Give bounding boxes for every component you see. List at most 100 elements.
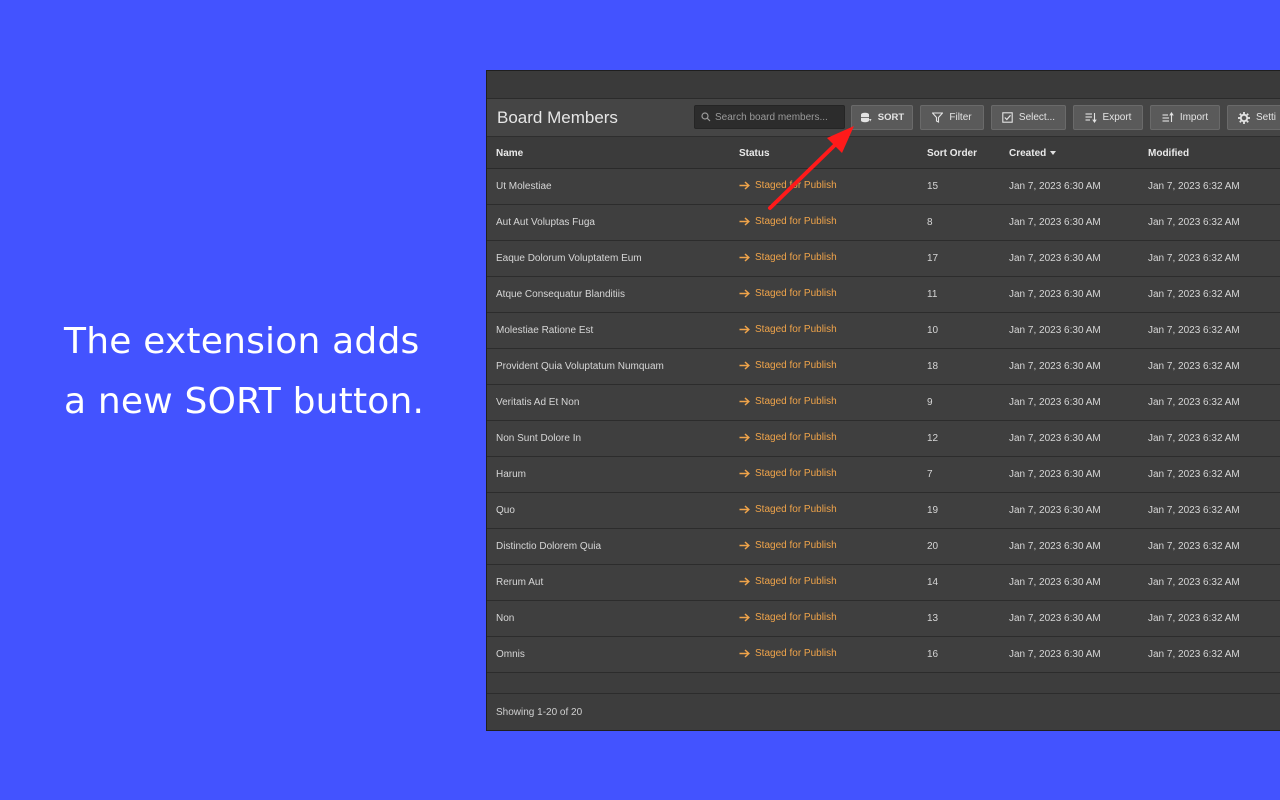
cell-created: Jan 7, 2023 6:30 AM — [1009, 469, 1101, 480]
arrow-right-icon — [739, 397, 750, 406]
arrow-right-icon — [739, 325, 750, 334]
filter-icon — [932, 112, 944, 123]
filter-button-label: Filter — [949, 112, 972, 123]
arrow-right-icon — [739, 217, 750, 226]
promo-line-1: The extension adds — [64, 321, 420, 362]
status-label: Staged for Publish — [755, 504, 837, 515]
arrow-right-icon — [739, 289, 750, 298]
cell-status: Staged for Publish — [739, 468, 837, 479]
import-button[interactable]: Import — [1150, 105, 1220, 130]
cell-name: Provident Quia Voluptatum Numquam — [496, 361, 664, 372]
table-row[interactable]: Veritatis Ad Et Non Staged for Publish 9 Ja… — [487, 385, 1280, 421]
promo-text: The extension adds a new SORT button. — [64, 312, 464, 432]
cell-sort-order: 9 — [927, 397, 933, 408]
status-label: Staged for Publish — [755, 324, 837, 335]
arrow-right-icon — [739, 433, 750, 442]
column-header-status[interactable]: Status — [739, 148, 770, 159]
table-row[interactable]: Rerum Aut Staged for Publish 14 Jan 7, 2023… — [487, 565, 1280, 601]
search-box[interactable] — [694, 105, 845, 129]
export-button[interactable]: Export — [1073, 105, 1143, 130]
cell-sort-order: 16 — [927, 649, 939, 660]
cell-created: Jan 7, 2023 6:30 AM — [1009, 253, 1101, 264]
window-top-strip — [487, 71, 1280, 99]
cell-status: Staged for Publish — [739, 216, 837, 227]
cell-status: Staged for Publish — [739, 396, 837, 407]
cell-created: Jan 7, 2023 6:30 AM — [1009, 397, 1101, 408]
status-label: Staged for Publish — [755, 648, 837, 659]
column-header-name[interactable]: Name — [496, 148, 523, 159]
column-header-sort-order[interactable]: Sort Order — [927, 148, 977, 159]
cell-status: Staged for Publish — [739, 540, 837, 551]
table-row[interactable]: Molestiae Ratione Est Staged for Publish 1… — [487, 313, 1280, 349]
cell-status: Staged for Publish — [739, 612, 837, 623]
sort-button[interactable]: SORT — [851, 105, 913, 130]
cell-name: Harum — [496, 469, 527, 480]
table-row[interactable]: Non Staged for Publish 13 Jan 7, 2023 6:30 … — [487, 601, 1280, 637]
cell-sort-order: 12 — [927, 433, 939, 444]
cell-modified: Jan 7, 2023 6:32 AM — [1148, 469, 1240, 480]
cell-created: Jan 7, 2023 6:30 AM — [1009, 289, 1101, 300]
table-row[interactable]: Distinctio Dolorem Quia Staged for Publis… — [487, 529, 1280, 565]
arrow-right-icon — [739, 541, 750, 550]
cell-sort-order: 8 — [927, 217, 933, 228]
cell-created: Jan 7, 2023 6:30 AM — [1009, 361, 1101, 372]
cell-status: Staged for Publish — [739, 360, 837, 371]
status-label: Staged for Publish — [755, 216, 837, 227]
table-row[interactable]: Ut Molestiae Staged for Publish 15 Jan 7, 2… — [487, 169, 1280, 205]
filter-button[interactable]: Filter — [920, 105, 984, 130]
arrow-right-icon — [739, 649, 750, 658]
cell-name: Molestiae Ratione Est — [496, 325, 594, 336]
cell-status: Staged for Publish — [739, 432, 837, 443]
cell-created: Jan 7, 2023 6:30 AM — [1009, 613, 1101, 624]
cell-created: Jan 7, 2023 6:30 AM — [1009, 649, 1101, 660]
column-header-modified[interactable]: Modified — [1148, 148, 1189, 159]
cell-created: Jan 7, 2023 6:30 AM — [1009, 505, 1101, 516]
table-body: Ut Molestiae Staged for Publish 15 Jan 7, 2… — [487, 169, 1280, 689]
cell-modified: Jan 7, 2023 6:32 AM — [1148, 433, 1240, 444]
table-row[interactable]: Provident Quia Voluptatum Numquam Staged … — [487, 349, 1280, 385]
table-row[interactable]: Non Sunt Dolore In Staged for Publish 12 Ja… — [487, 421, 1280, 457]
status-label: Staged for Publish — [755, 360, 837, 371]
table-header: Name Status Sort Order Created Modified — [487, 137, 1280, 169]
cell-name: Non — [496, 613, 515, 624]
cell-modified: Jan 7, 2023 6:32 AM — [1148, 613, 1240, 624]
table-row[interactable]: Aut Aut Voluptas Fuga Staged for Publish 8… — [487, 205, 1280, 241]
cell-modified: Jan 7, 2023 6:32 AM — [1148, 217, 1240, 228]
cell-modified: Jan 7, 2023 6:32 AM — [1148, 649, 1240, 660]
cell-status: Staged for Publish — [739, 324, 837, 335]
cell-name: Atque Consequatur Blanditiis — [496, 289, 625, 300]
cell-name: Distinctio Dolorem Quia — [496, 541, 602, 552]
promo-line-2: a new SORT button. — [64, 381, 425, 422]
cell-sort-order: 7 — [927, 469, 933, 480]
import-button-label: Import — [1179, 112, 1209, 123]
table-row[interactable]: Quo Staged for Publish 19 Jan 7, 2023 6:30 … — [487, 493, 1280, 529]
cell-modified: Jan 7, 2023 6:32 AM — [1148, 181, 1240, 192]
cell-modified: Jan 7, 2023 6:32 AM — [1148, 361, 1240, 372]
cell-sort-order: 11 — [927, 289, 938, 300]
page-title: Board Members — [497, 108, 618, 127]
status-label: Staged for Publish — [755, 576, 837, 587]
cell-name: Aut Aut Voluptas Fuga — [496, 217, 595, 228]
cell-name: Quo — [496, 505, 515, 516]
table-row[interactable]: Atque Consequatur Blanditiis Staged for P… — [487, 277, 1280, 313]
select-button[interactable]: Select... — [991, 105, 1066, 130]
arrow-right-icon — [739, 505, 750, 514]
table-row[interactable]: Omnis Staged for Publish 16 Jan 7, 2023 6:3… — [487, 637, 1280, 673]
status-label: Staged for Publish — [755, 432, 837, 443]
settings-button-label: Setti — [1256, 112, 1277, 123]
status-label: Staged for Publish — [755, 252, 837, 263]
cell-modified: Jan 7, 2023 6:32 AM — [1148, 577, 1240, 588]
status-label: Staged for Publish — [755, 288, 837, 299]
settings-button[interactable]: Setti — [1227, 105, 1280, 130]
cell-status: Staged for Publish — [739, 576, 837, 587]
arrow-right-icon — [739, 361, 750, 370]
column-header-created[interactable]: Created — [1009, 148, 1057, 159]
cell-name: Ut Molestiae — [496, 181, 552, 192]
table-footer: Showing 1-20 of 20 — [487, 693, 1280, 730]
table-row[interactable]: Harum Staged for Publish 7 Jan 7, 2023 6:30… — [487, 457, 1280, 493]
cell-created: Jan 7, 2023 6:30 AM — [1009, 217, 1101, 228]
search-input[interactable] — [715, 111, 840, 123]
cell-modified: Jan 7, 2023 6:32 AM — [1148, 505, 1240, 516]
cell-sort-order: 18 — [927, 361, 939, 372]
table-row[interactable]: Eaque Dolorum Voluptatem Eum Staged for P… — [487, 241, 1280, 277]
